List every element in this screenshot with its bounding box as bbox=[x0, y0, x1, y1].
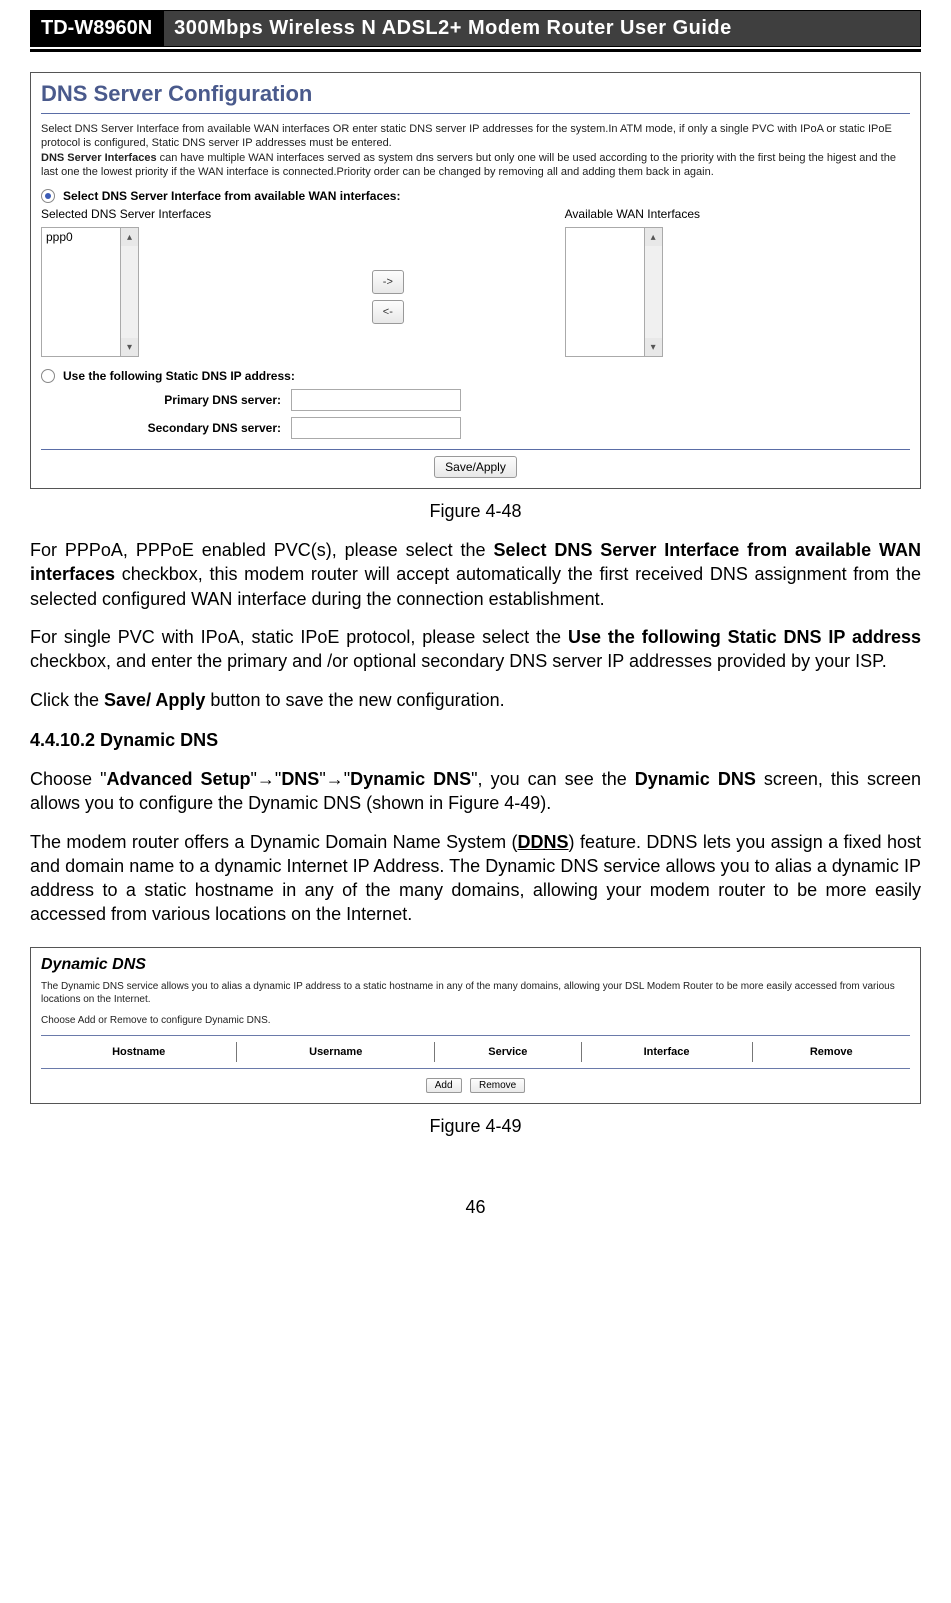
scroll-down-icon[interactable]: ▾ bbox=[121, 338, 138, 356]
available-interfaces-col: Available WAN Interfaces ▴ ▾ bbox=[565, 207, 700, 357]
secondary-dns-row: Secondary DNS server: bbox=[41, 417, 910, 439]
radio-select-wan[interactable] bbox=[41, 189, 55, 203]
divider bbox=[41, 1068, 910, 1069]
radio-static-dns-label: Use the following Static DNS IP address: bbox=[63, 369, 295, 383]
remove-button[interactable]: Remove bbox=[470, 1078, 525, 1093]
figure1-description: Select DNS Server Interface from availab… bbox=[41, 122, 910, 179]
divider bbox=[41, 1035, 910, 1036]
paragraph-ddns-feature: The modem router offers a Dynamic Domain… bbox=[30, 830, 921, 927]
available-interfaces-listbox[interactable] bbox=[565, 227, 645, 357]
primary-dns-input[interactable] bbox=[291, 389, 461, 411]
figure1-desc-line1: Select DNS Server Interface from availab… bbox=[41, 123, 892, 149]
selected-interfaces-listbox[interactable]: ppp0 bbox=[41, 227, 121, 357]
scroll-down-icon[interactable]: ▾ bbox=[645, 338, 662, 356]
selected-interfaces-col: Selected DNS Server Interfaces ppp0 ▴ ▾ bbox=[41, 207, 211, 357]
primary-dns-label: Primary DNS server: bbox=[41, 393, 281, 407]
list-item[interactable]: ppp0 bbox=[46, 230, 116, 244]
divider bbox=[41, 449, 910, 450]
guide-title: 300Mbps Wireless N ADSL2+ Modem Router U… bbox=[163, 10, 921, 47]
save-apply-button[interactable]: Save/Apply bbox=[434, 456, 517, 478]
scrollbar[interactable]: ▴ ▾ bbox=[121, 227, 139, 357]
table-header-row: Hostname Username Service Interface Remo… bbox=[41, 1042, 910, 1062]
figure-dynamic-dns: Dynamic DNS The Dynamic DNS service allo… bbox=[30, 947, 921, 1104]
col-username: Username bbox=[237, 1042, 435, 1062]
paragraph-save: Click the Save/ Apply button to save the… bbox=[30, 688, 921, 712]
col-remove: Remove bbox=[752, 1042, 910, 1062]
arrow-icon: → bbox=[326, 769, 344, 789]
scroll-up-icon[interactable]: ▴ bbox=[645, 228, 662, 246]
available-interfaces-header: Available WAN Interfaces bbox=[565, 207, 700, 221]
primary-dns-row: Primary DNS server: bbox=[41, 389, 910, 411]
page-header: TD-W8960N 300Mbps Wireless N ADSL2+ Mode… bbox=[30, 10, 921, 52]
divider bbox=[41, 113, 910, 114]
col-interface: Interface bbox=[581, 1042, 752, 1062]
figure2-caption: Figure 4-49 bbox=[30, 1116, 921, 1137]
figure1-desc-bold: DNS Server Interfaces bbox=[41, 152, 157, 164]
move-left-button[interactable]: <- bbox=[372, 300, 404, 324]
selected-interfaces-header: Selected DNS Server Interfaces bbox=[41, 207, 211, 221]
radio-static-dns[interactable] bbox=[41, 369, 55, 383]
arrow-icon: → bbox=[257, 769, 275, 789]
figure1-desc-line2: can have multiple WAN interfaces served … bbox=[41, 152, 896, 178]
move-buttons: -> <- bbox=[372, 270, 404, 324]
section-heading-ddns: 4.4.10.2 Dynamic DNS bbox=[30, 730, 921, 751]
scrollbar[interactable]: ▴ ▾ bbox=[645, 227, 663, 357]
secondary-dns-label: Secondary DNS server: bbox=[41, 421, 281, 435]
radio-select-wan-label: Select DNS Server Interface from availab… bbox=[63, 189, 400, 203]
secondary-dns-input[interactable] bbox=[291, 417, 461, 439]
scroll-up-icon[interactable]: ▴ bbox=[121, 228, 138, 246]
paragraph-pppoa: For PPPoA, PPPoE enabled PVC(s), please … bbox=[30, 538, 921, 611]
product-model: TD-W8960N bbox=[30, 10, 163, 47]
static-dns-section: Use the following Static DNS IP address:… bbox=[41, 369, 910, 439]
add-button[interactable]: Add bbox=[426, 1078, 462, 1093]
figure-dns-server-config: DNS Server Configuration Select DNS Serv… bbox=[30, 72, 921, 489]
paragraph-choose-ddns: Choose "Advanced Setup"→"DNS"→"Dynamic D… bbox=[30, 767, 921, 816]
radio-select-wan-row: Select DNS Server Interface from availab… bbox=[41, 189, 910, 203]
interfaces-row: Selected DNS Server Interfaces ppp0 ▴ ▾ … bbox=[41, 207, 910, 357]
figure1-caption: Figure 4-48 bbox=[30, 501, 921, 522]
figure2-choose: Choose Add or Remove to configure Dynami… bbox=[41, 1014, 910, 1027]
radio-static-dns-row: Use the following Static DNS IP address: bbox=[41, 369, 910, 383]
figure2-desc: The Dynamic DNS service allows you to al… bbox=[41, 980, 910, 1006]
paragraph-ipoa: For single PVC with IPoA, static IPoE pr… bbox=[30, 625, 921, 674]
figure2-title: Dynamic DNS bbox=[41, 956, 910, 974]
col-hostname: Hostname bbox=[41, 1042, 237, 1062]
ddns-table: Hostname Username Service Interface Remo… bbox=[41, 1042, 910, 1062]
figure1-title: DNS Server Configuration bbox=[41, 81, 910, 109]
col-service: Service bbox=[435, 1042, 581, 1062]
move-right-button[interactable]: -> bbox=[372, 270, 404, 294]
page-number: 46 bbox=[30, 1197, 921, 1218]
